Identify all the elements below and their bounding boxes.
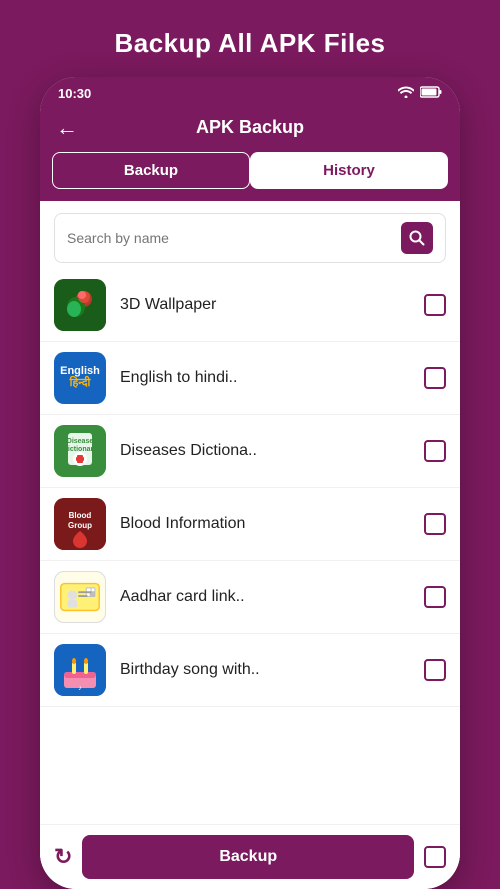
app-header-title: APK Backup (196, 117, 304, 138)
svg-text:♪: ♪ (78, 685, 82, 692)
status-bar: 10:30 (40, 77, 460, 107)
backup-button[interactable]: Backup (82, 835, 414, 879)
checkbox-english[interactable] (424, 367, 446, 389)
checkbox-disease[interactable] (424, 440, 446, 462)
app-icon-wallpaper (54, 279, 106, 331)
back-button[interactable]: ← (56, 115, 78, 141)
list-item: Aadhar card link.. (40, 561, 460, 634)
list-item: English हिन्दी English to hindi.. (40, 342, 460, 415)
tab-bar: Backup History (40, 152, 460, 201)
search-icon (409, 230, 425, 246)
app-name-english: English to hindi.. (120, 369, 410, 387)
checkbox-blood[interactable] (424, 513, 446, 535)
status-time: 10:30 (58, 86, 91, 101)
search-bar (54, 213, 446, 263)
checkbox-aadhar[interactable] (424, 586, 446, 608)
app-header: ← APK Backup (40, 107, 460, 152)
app-list: 3D Wallpaper English हिन्दी English to h… (40, 269, 460, 824)
page-title-wrapper: Backup All APK Files (114, 0, 385, 77)
refresh-button[interactable]: ↻ (54, 844, 72, 870)
svg-text:Disease: Disease (67, 438, 94, 445)
battery-icon (420, 86, 442, 101)
content-area: 3D Wallpaper English हिन्दी English to h… (40, 201, 460, 889)
select-all-checkbox[interactable] (424, 846, 446, 868)
checkbox-wallpaper[interactable] (424, 294, 446, 316)
app-name-blood: Blood Information (120, 515, 410, 533)
app-icon-english: English हिन्दी (54, 352, 106, 404)
list-item: Blood Group Blood Information (40, 488, 460, 561)
checkbox-birthday[interactable] (424, 659, 446, 681)
tab-backup[interactable]: Backup (52, 152, 250, 189)
page-title: Backup All APK Files (114, 28, 385, 59)
phone-frame: 10:30 ← APK Backup Ba (40, 77, 460, 889)
list-item: Disease Dictionary Diseases Dictiona.. (40, 415, 460, 488)
search-input[interactable] (67, 230, 401, 246)
app-name-birthday: Birthday song with.. (120, 661, 410, 679)
bottom-bar: ↻ Backup (40, 824, 460, 889)
search-button[interactable] (401, 222, 433, 254)
app-icon-aadhar (54, 571, 106, 623)
tab-history[interactable]: History (250, 152, 448, 189)
svg-text:Group: Group (68, 521, 92, 530)
svg-text:Blood: Blood (69, 511, 92, 520)
list-item: ♪ Birthday song with.. (40, 634, 460, 707)
app-icon-blood: Blood Group (54, 498, 106, 550)
svg-text:Dictionary: Dictionary (63, 446, 97, 453)
status-icons (398, 85, 442, 101)
app-icon-birthday: ♪ (54, 644, 106, 696)
app-icon-disease: Disease Dictionary (54, 425, 106, 477)
list-item: 3D Wallpaper (40, 269, 460, 342)
app-name-disease: Diseases Dictiona.. (120, 442, 410, 460)
app-name-wallpaper: 3D Wallpaper (120, 296, 410, 314)
wifi-icon (398, 85, 414, 101)
app-name-aadhar: Aadhar card link.. (120, 588, 410, 606)
